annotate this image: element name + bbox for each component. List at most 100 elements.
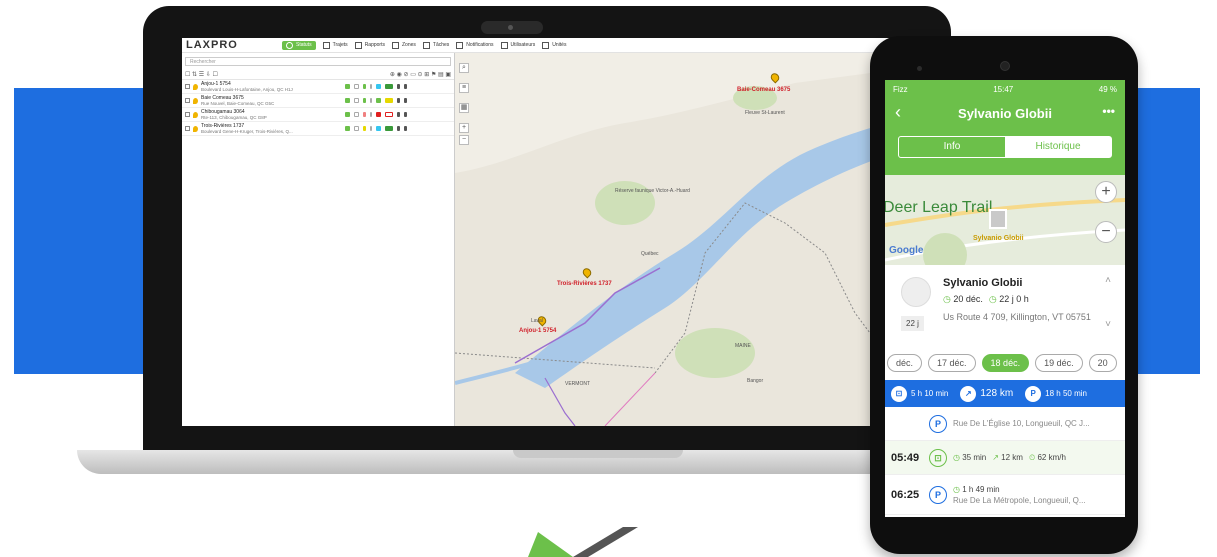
map-options-icon[interactable]: ▦	[459, 103, 469, 113]
unit-row[interactable]: Anjou-1 5754 Boulevard Louis-H-Lafontaine…	[182, 80, 454, 94]
zoom-out-button[interactable]: −	[459, 135, 469, 145]
map-layers-icon[interactable]: ≡	[459, 83, 469, 93]
unit-row[interactable]: Trois-Rivières 1737 Boulevard Gene-H-Krug…	[182, 122, 454, 136]
more-icon[interactable]: •••	[1102, 104, 1115, 118]
list-tools-icon[interactable]: ☐ ⇅ ☰ ⇩ ☐	[185, 71, 218, 78]
avatar	[901, 277, 931, 307]
map-place-label: VERMONT	[565, 381, 590, 387]
unit-pin-icon	[193, 125, 198, 132]
phone-sensor	[917, 66, 922, 71]
status-bar: Fizz 15:47 49 %	[885, 80, 1125, 98]
segmented-tabs: Info Historique	[898, 136, 1112, 158]
nav-taches[interactable]: Tâches	[422, 41, 449, 49]
unit-status-icons	[345, 112, 407, 117]
nav-utilisateurs[interactable]: Utilisateurs	[500, 41, 535, 49]
unit-pin-icon	[193, 97, 198, 104]
map-search-icon[interactable]: ⌕	[459, 63, 469, 73]
laxpro-check-logo	[528, 527, 638, 557]
zoom-in-button[interactable]: +	[459, 123, 469, 133]
entry-time: 05:49	[891, 451, 920, 464]
parking-icon: P	[1025, 385, 1042, 402]
unit-address: Boulevard Louis-H-Lafontaine, Anjou, QC …	[201, 87, 293, 92]
day-chip[interactable]: déc.	[887, 354, 923, 372]
unit-row[interactable]: Chibougamau 3064 Rte-113, Chibougamau, QC…	[182, 108, 454, 122]
zoom-in-button[interactable]: +	[1095, 181, 1117, 203]
timeline-row[interactable]: 06:25 P ◷ 1 h 49 min Rue De La Métropole…	[885, 475, 1125, 515]
route-icon: ↗	[992, 452, 999, 462]
day-selector: déc. 17 déc. 18 déc. 19 déc. 20	[885, 348, 1125, 378]
summary-distance: ↗ 128 km	[954, 385, 1019, 402]
driver-address: Us Route 4 709, Killington, VT 05751	[943, 312, 1091, 322]
row-checkbox[interactable]	[185, 112, 190, 117]
entry-address: Rue De La Métropole, Longueuil, Q...	[953, 495, 1086, 505]
marker-label[interactable]: Baie-Comeau 3675	[737, 87, 790, 93]
laptop-camera	[481, 21, 543, 34]
map-place-label: Québec	[641, 251, 659, 257]
laptop-notch	[513, 450, 683, 458]
row-checkbox[interactable]	[185, 126, 190, 131]
day-chip[interactable]: 20	[1088, 354, 1117, 372]
nav-zones[interactable]: Zones	[391, 41, 416, 49]
phone-camera	[1000, 61, 1010, 71]
laxpro-logo[interactable]: LAXPRO	[186, 39, 282, 51]
driver-dates: ◷ 20 déc. ◷ 22 j 0 h	[943, 294, 1029, 304]
nav-rapports[interactable]: Rapports	[354, 41, 385, 49]
driver-card: Sylvanio Globii ◷ 20 déc. ◷ 22 j 0 h 22 …	[885, 265, 1125, 350]
days-badge: 22 j	[901, 316, 924, 331]
row-checkbox[interactable]	[185, 98, 190, 103]
timeline-row[interactable]: 05:49 ⊡ ◷ 35 min ↗ 12 km ⏲ 62 km/h	[885, 441, 1125, 475]
entry-address: Rue De L'Église 10, Longueuil, QC J...	[953, 419, 1090, 428]
phone-map[interactable]: Deer Leap Trail Sylvanio Globii Google +…	[885, 175, 1125, 265]
map-trail-label: Deer Leap Trail	[885, 199, 993, 216]
summary-parking: P 18 h 50 min	[1019, 385, 1093, 402]
unit-address: Boulevard Gene-H-Kruger, Trois-Rivières,…	[201, 129, 293, 134]
unit-row[interactable]: Baie Comeau 3675 Rue Nouvel, Baie-Comeau,…	[182, 94, 454, 108]
driver-name: Sylvanio Globii	[943, 277, 1023, 289]
tasks-icon	[422, 41, 430, 49]
status-icon	[286, 41, 293, 49]
speed-icon: ⏲	[1028, 452, 1036, 462]
nav-notifications[interactable]: Notifications	[456, 41, 494, 49]
zoom-out-button[interactable]: −	[1095, 221, 1117, 243]
map-place-label: Fleuve St-Laurent	[745, 110, 785, 116]
carrier-label: Fizz	[893, 85, 908, 94]
map-place-label: MAINE	[735, 343, 751, 349]
day-chip-selected[interactable]: 18 déc.	[981, 354, 1030, 372]
timeline-row[interactable]: P Rue De L'Église 10, Longueuil, QC J...	[885, 407, 1125, 441]
clock-icon: ◷	[988, 294, 997, 304]
chevron-down-icon[interactable]: ˅	[1105, 319, 1111, 330]
unit-address: Rue Nouvel, Baie-Comeau, QC G5C	[201, 101, 275, 106]
laptop-screen: LAXPRO Statuts Trajets Rapports Zones Tâ…	[182, 38, 946, 426]
bell-icon	[456, 41, 464, 49]
row-checkbox[interactable]	[185, 84, 190, 89]
nav-statuts[interactable]: Statuts	[282, 40, 316, 50]
nav-unites[interactable]: Unités	[542, 41, 566, 49]
battery-label: 49 %	[1098, 85, 1117, 94]
page-title: Sylvanio Globii	[958, 106, 1052, 121]
marker-label[interactable]: Trois-Rivières 1737	[557, 281, 612, 287]
unit-pin-icon	[193, 83, 198, 90]
entry-stats: ◷ 35 min ↗ 12 km ⏲ 62 km/h	[953, 452, 1066, 462]
nav-trajets[interactable]: Trajets	[322, 41, 348, 49]
clock-icon: ◷	[953, 484, 960, 494]
day-chip[interactable]: 19 déc.	[1035, 354, 1083, 372]
vehicle-icon	[542, 41, 550, 49]
unit-status-icons	[345, 84, 407, 89]
search-input[interactable]: Rechercher	[185, 57, 451, 66]
unit-address: Rte-113, Chibougamau, QC G8P	[201, 115, 267, 120]
tab-historique[interactable]: Historique	[1005, 137, 1111, 157]
users-icon	[500, 41, 508, 49]
day-chip[interactable]: 17 déc.	[928, 354, 976, 372]
map-place-label: Laval	[531, 318, 543, 324]
chevron-up-icon[interactable]: ˄	[1105, 275, 1111, 286]
units-toolbar: ☐ ⇅ ☰ ⇩ ☐ ⊕ ◉ ⊘ ▭ ⊙ ⊞ ⚑ ▤ ▣	[182, 70, 454, 80]
person-avatar[interactable]	[989, 209, 1007, 229]
map-place-label: Réserve faunique Victor-A.-Huard	[615, 188, 690, 194]
zone-icon	[391, 41, 399, 49]
tab-info[interactable]: Info	[899, 137, 1005, 157]
car-icon: ⊡	[929, 448, 947, 467]
column-icons: ⊕ ◉ ⊘ ▭ ⊙ ⊞ ⚑ ▤ ▣	[389, 72, 451, 78]
laptop-bezel-bottom	[464, 426, 552, 442]
map-person-label: Sylvanio Globii	[973, 235, 1024, 242]
marker-label[interactable]: Anjou-1 5754	[519, 328, 556, 334]
